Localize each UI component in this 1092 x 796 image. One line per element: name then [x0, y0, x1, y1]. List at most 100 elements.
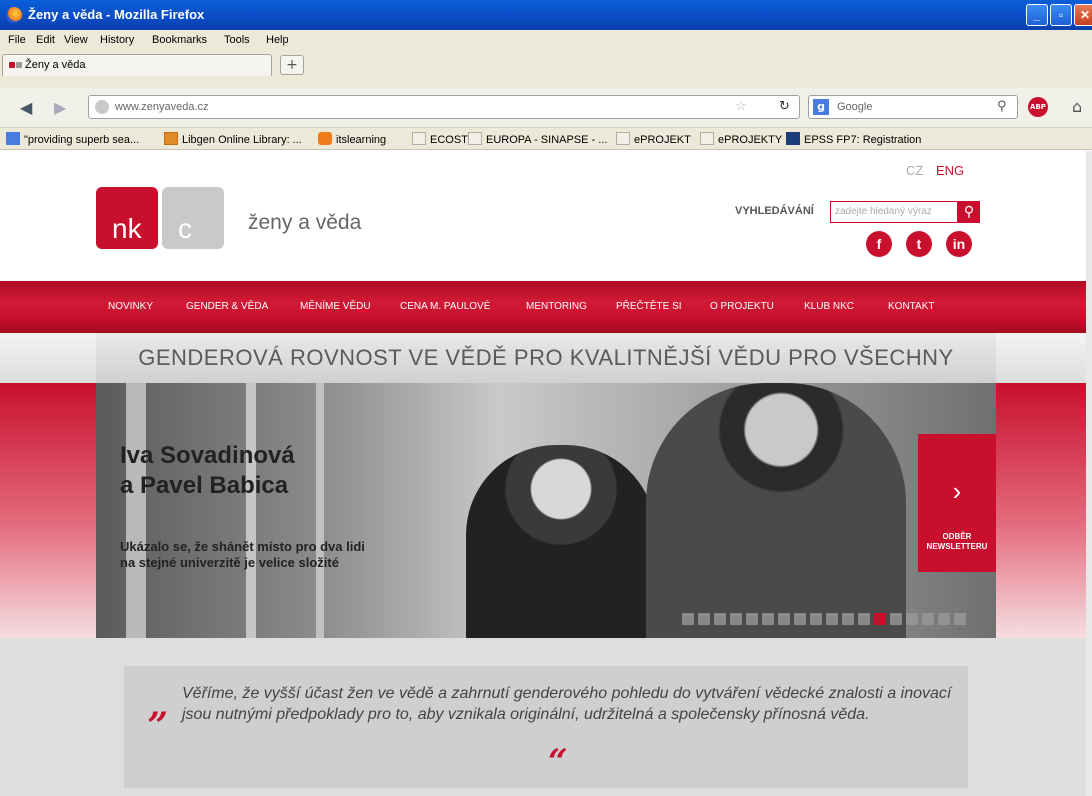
- library-icon: [164, 132, 178, 145]
- menu-history[interactable]: History: [100, 34, 134, 46]
- globe-icon: [95, 100, 109, 114]
- menu-help[interactable]: Help: [266, 34, 289, 46]
- bookmark-item[interactable]: "providing superb sea...: [6, 132, 139, 146]
- nav-cena-paulove[interactable]: CENA M. PAULOVÉ: [400, 301, 490, 312]
- bookmark-item[interactable]: ePROJEKTY: [700, 132, 782, 146]
- newsletter-button[interactable]: › ODBĚR NEWSLETTERU: [918, 434, 996, 572]
- maximize-button[interactable]: ▫: [1050, 4, 1072, 26]
- site-name: ženy a věda: [248, 211, 362, 234]
- lang-eng-link[interactable]: ENG: [936, 163, 964, 178]
- url-text: www.zenyaveda.cz: [115, 101, 209, 113]
- menu-bookmarks[interactable]: Bookmarks: [152, 34, 207, 46]
- bookmark-item[interactable]: EPSS FP7: Registration: [786, 132, 921, 146]
- logo-c[interactable]: c: [162, 187, 224, 249]
- nav-prectete-si[interactable]: PŘEČTĚTE SI: [616, 301, 682, 312]
- left-gradient: [0, 383, 96, 638]
- slider-dot[interactable]: [890, 613, 902, 625]
- slider-dot-active[interactable]: [874, 613, 886, 625]
- mission-quote: Věříme, že vyšší účast žen ve vědě a zah…: [182, 685, 952, 723]
- search-icon[interactable]: ⚲: [997, 99, 1007, 114]
- bookmark-item[interactable]: EUROPA - SINAPSE - ...: [468, 132, 607, 146]
- hero-window-light: [126, 383, 146, 638]
- forward-arrow-icon[interactable]: ▶: [54, 98, 66, 117]
- new-tab-button[interactable]: +: [280, 55, 304, 75]
- hero-quote: Ukázalo se, že shánět místo pro dva lidi…: [120, 539, 365, 570]
- page-icon: [468, 132, 482, 145]
- nav-klub-nkc[interactable]: KLUB NKC: [804, 301, 854, 312]
- site-favicon-grey: [16, 62, 22, 68]
- site-search-input[interactable]: zadejte hledaný výraz: [830, 201, 958, 223]
- nav-novinky[interactable]: NOVINKY: [108, 301, 153, 312]
- slogan: GENDEROVÁ ROVNOST VE VĚDĚ PRO KVALITNĚJŠ…: [96, 333, 996, 383]
- facebook-icon[interactable]: f: [866, 231, 892, 257]
- close-button[interactable]: ✕: [1074, 4, 1092, 26]
- tab-label: Ženy a věda: [25, 59, 86, 71]
- menu-view[interactable]: View: [64, 34, 88, 46]
- google-icon: [6, 132, 20, 145]
- nav-menime-vedu[interactable]: MĚNÍME VĚDU: [300, 301, 371, 312]
- hero-slider[interactable]: Iva Sovadinová a Pavel Babica Ukázalo se…: [96, 383, 996, 638]
- slider-dot[interactable]: [682, 613, 694, 625]
- site-favicon: [9, 62, 15, 68]
- slider-dot[interactable]: [778, 613, 790, 625]
- slider-dot[interactable]: [938, 613, 950, 625]
- bookmark-item[interactable]: ECOST: [412, 132, 468, 146]
- slider-dot[interactable]: [826, 613, 838, 625]
- title-bar: Ženy a věda - Mozilla Firefox _ ▫ ✕: [0, 0, 1092, 30]
- page-icon: [616, 132, 630, 145]
- right-gradient: [996, 383, 1092, 638]
- url-bar[interactable]: www.zenyaveda.cz ☆ ↻: [88, 95, 800, 119]
- bookmark-item[interactable]: itslearning: [318, 132, 386, 146]
- slider-dot[interactable]: [810, 613, 822, 625]
- tab-zeny-a-veda[interactable]: Ženy a věda: [2, 54, 272, 76]
- quote-open-mark: „: [148, 684, 169, 726]
- slider-dot[interactable]: [954, 613, 966, 625]
- slider-dot[interactable]: [762, 613, 774, 625]
- slider-dot[interactable]: [794, 613, 806, 625]
- back-arrow-icon[interactable]: ◀: [20, 98, 32, 117]
- slider-dot[interactable]: [714, 613, 726, 625]
- menu-bar: File Edit View History Bookmarks Tools H…: [0, 30, 1092, 50]
- page-icon: [700, 132, 714, 145]
- bookmark-item[interactable]: Libgen Online Library: ...: [164, 132, 302, 146]
- slider-dot[interactable]: [730, 613, 742, 625]
- chevron-right-icon: ›: [952, 476, 962, 506]
- quote-close-mark: “: [548, 742, 568, 782]
- menu-edit[interactable]: Edit: [36, 34, 55, 46]
- menu-file[interactable]: File: [8, 34, 26, 46]
- lang-cz-link[interactable]: CZ: [906, 163, 923, 178]
- web-search-box[interactable]: g Google ⚲: [808, 95, 1018, 119]
- nav-kontakt[interactable]: KONTAKT: [888, 301, 934, 312]
- search-engine-name: Google: [837, 101, 873, 113]
- web-page: CZ ENG nk c ženy a věda VYHLEDÁVÁNÍ zade…: [0, 151, 1092, 796]
- bookmark-star-icon[interactable]: ☆: [735, 99, 747, 114]
- nav-gender-veda[interactable]: GENDER & VĚDA: [186, 301, 268, 312]
- slider-dot[interactable]: [906, 613, 918, 625]
- search-icon[interactable]: ⚲: [958, 201, 980, 223]
- hero-window-light: [246, 383, 256, 638]
- bookmarks-bar: "providing superb sea... Libgen Online L…: [0, 128, 1092, 150]
- firefox-icon: [6, 7, 22, 23]
- slider-dot[interactable]: [698, 613, 710, 625]
- logo-nk[interactable]: nk: [96, 187, 158, 249]
- nav-mentoring[interactable]: MENTORING: [526, 301, 587, 312]
- slider-dot[interactable]: [746, 613, 758, 625]
- minimize-button[interactable]: _: [1026, 4, 1048, 26]
- nav-o-projektu[interactable]: O PROJEKTU: [710, 301, 774, 312]
- main-nav: NOVINKY GENDER & VĚDA MĚNÍME VĚDU CENA M…: [0, 281, 1092, 333]
- linkedin-icon[interactable]: in: [946, 231, 972, 257]
- firefox-window: Ženy a věda - Mozilla Firefox _ ▫ ✕ File…: [0, 0, 1092, 796]
- bookmark-item[interactable]: ePROJEKT: [616, 132, 691, 146]
- page-icon: [412, 132, 426, 145]
- twitter-icon[interactable]: t: [906, 231, 932, 257]
- scrollbar[interactable]: [1086, 151, 1092, 796]
- slider-dot[interactable]: [842, 613, 854, 625]
- epss-icon: [786, 132, 800, 145]
- reload-icon[interactable]: ↻: [779, 99, 790, 114]
- window-title: Ženy a věda - Mozilla Firefox: [28, 7, 205, 22]
- slider-dot[interactable]: [922, 613, 934, 625]
- home-icon[interactable]: ⌂: [1072, 97, 1082, 116]
- menu-tools[interactable]: Tools: [224, 34, 250, 46]
- adblock-icon[interactable]: ABP: [1028, 97, 1048, 117]
- slider-dot[interactable]: [858, 613, 870, 625]
